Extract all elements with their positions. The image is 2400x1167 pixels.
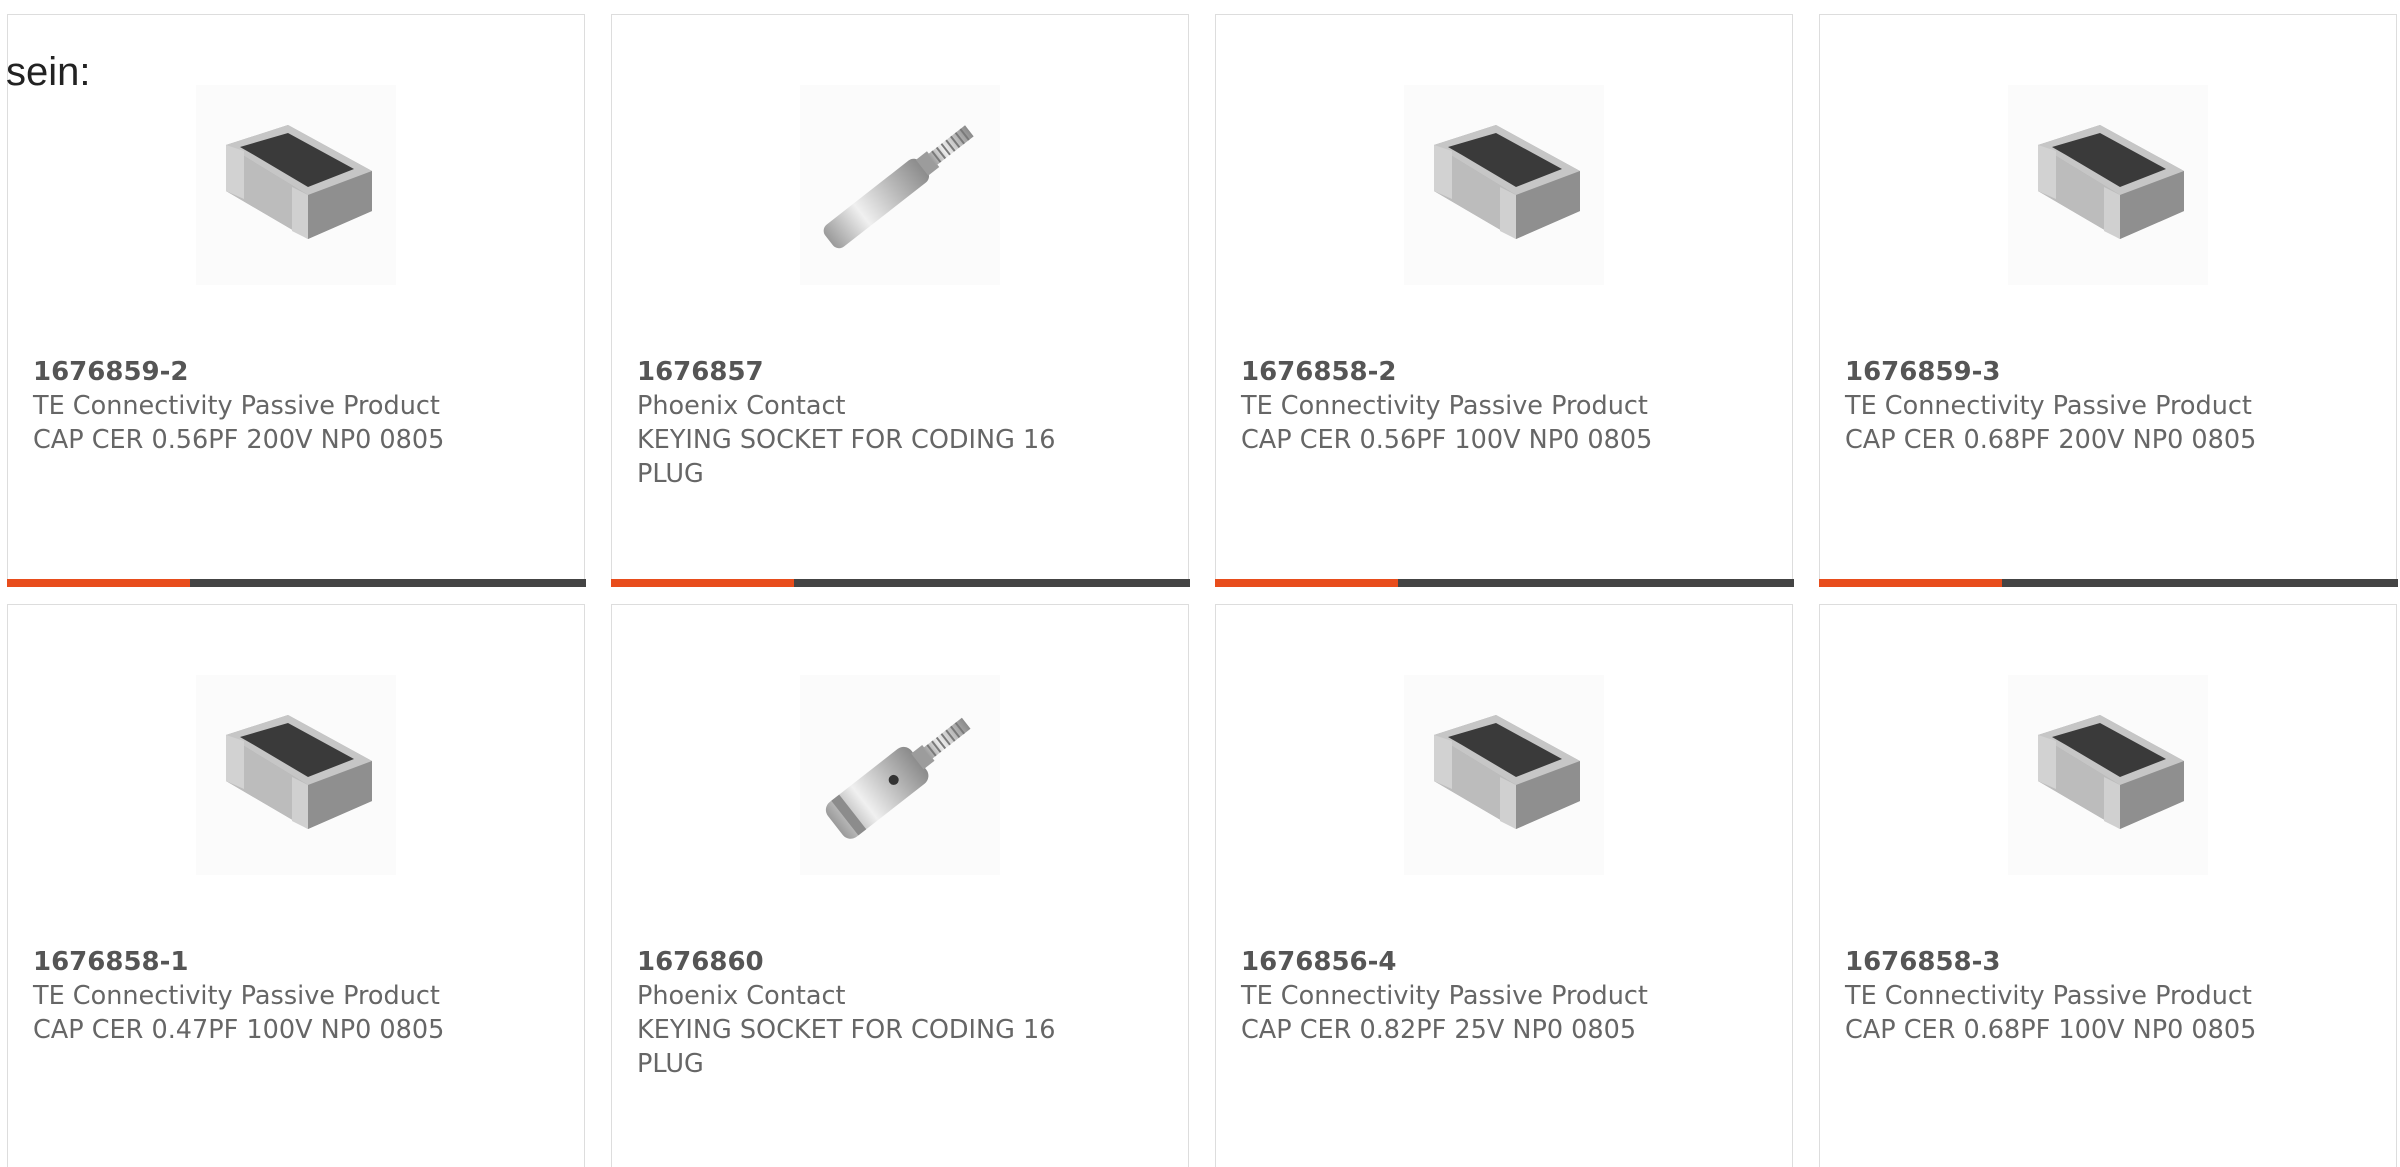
product-image[interactable]: [2008, 85, 2208, 285]
product-info: 1676857 Phoenix Contact KEYING SOCKET FO…: [637, 355, 1077, 491]
intro-text: sein:: [6, 50, 91, 94]
card-accent-bar: [610, 578, 1190, 587]
description: CAP CER 0.47PF 100V NP0 0805: [33, 1015, 445, 1045]
manufacturer: TE Connectivity Passive Product: [33, 391, 440, 421]
description: CAP CER 0.68PF 200V NP0 0805: [1845, 425, 2257, 455]
product-info: 1676858-3 TE Connectivity Passive Produc…: [1845, 945, 2285, 1047]
product-info: 1676860 Phoenix Contact KEYING SOCKET FO…: [637, 945, 1077, 1081]
part-number[interactable]: 1676858-2: [1241, 357, 1397, 387]
description: KEYING SOCKET FOR CODING 16 PLUG: [637, 1015, 1056, 1079]
ceramic-chip-capacitor-icon: [196, 85, 396, 285]
product-card[interactable]: 1676859-2 TE Connectivity Passive Produc…: [6, 14, 586, 587]
description: KEYING SOCKET FOR CODING 16 PLUG: [637, 425, 1056, 489]
product-grid-page: sein: 1676859-2 TE Connectivity Passive …: [0, 0, 2400, 1167]
card-accent-highlight: [610, 578, 794, 587]
ceramic-chip-capacitor-icon: [2008, 85, 2208, 285]
keying-pin-short-icon: [800, 675, 1000, 875]
manufacturer: Phoenix Contact: [637, 981, 846, 1011]
card-accent-highlight: [1214, 578, 1398, 587]
ceramic-chip-capacitor-icon: [2008, 675, 2208, 875]
product-card[interactable]: 1676858-3 TE Connectivity Passive Produc…: [1819, 604, 2397, 1167]
product-image[interactable]: [1404, 675, 1604, 875]
manufacturer: TE Connectivity Passive Product: [1241, 981, 1648, 1011]
product-image[interactable]: [1404, 85, 1604, 285]
ceramic-chip-capacitor-icon: [196, 675, 396, 875]
ceramic-chip-capacitor-icon: [1404, 675, 1604, 875]
product-image[interactable]: [196, 675, 396, 875]
ceramic-chip-capacitor-icon: [1404, 85, 1604, 285]
product-image[interactable]: [2008, 675, 2208, 875]
product-image[interactable]: [800, 85, 1000, 285]
part-number[interactable]: 1676858-3: [1845, 947, 2001, 977]
product-card[interactable]: 1676858-2 TE Connectivity Passive Produc…: [1214, 14, 1794, 587]
card-accent-bar: [1214, 578, 1794, 587]
description: CAP CER 0.68PF 100V NP0 0805: [1845, 1015, 2257, 1045]
description: CAP CER 0.56PF 200V NP0 0805: [33, 425, 445, 455]
product-card[interactable]: 1676860 Phoenix Contact KEYING SOCKET FO…: [611, 604, 1189, 1167]
manufacturer: Phoenix Contact: [637, 391, 846, 421]
product-card[interactable]: 1676857 Phoenix Contact KEYING SOCKET FO…: [610, 14, 1190, 587]
description: CAP CER 0.82PF 25V NP0 0805: [1241, 1015, 1637, 1045]
product-info: 1676858-2 TE Connectivity Passive Produc…: [1241, 355, 1681, 457]
card-accent-bar: [6, 578, 586, 587]
card-accent-highlight: [1818, 578, 2002, 587]
part-number[interactable]: 1676859-2: [33, 357, 189, 387]
part-number[interactable]: 1676859-3: [1845, 357, 2001, 387]
manufacturer: TE Connectivity Passive Product: [1241, 391, 1648, 421]
manufacturer: TE Connectivity Passive Product: [1845, 391, 2252, 421]
part-number[interactable]: 1676857: [637, 357, 764, 387]
product-info: 1676856-4 TE Connectivity Passive Produc…: [1241, 945, 1681, 1047]
part-number[interactable]: 1676856-4: [1241, 947, 1397, 977]
description: CAP CER 0.56PF 100V NP0 0805: [1241, 425, 1653, 455]
product-card[interactable]: 1676858-1 TE Connectivity Passive Produc…: [7, 604, 585, 1167]
product-card[interactable]: 1676856-4 TE Connectivity Passive Produc…: [1215, 604, 1793, 1167]
product-card[interactable]: 1676859-3 TE Connectivity Passive Produc…: [1818, 14, 2398, 587]
part-number[interactable]: 1676858-1: [33, 947, 189, 977]
manufacturer: TE Connectivity Passive Product: [1845, 981, 2252, 1011]
manufacturer: TE Connectivity Passive Product: [33, 981, 440, 1011]
product-image[interactable]: [800, 675, 1000, 875]
product-info: 1676859-2 TE Connectivity Passive Produc…: [33, 355, 473, 457]
product-info: 1676858-1 TE Connectivity Passive Produc…: [33, 945, 473, 1047]
card-accent-highlight: [6, 578, 190, 587]
keying-pin-long-icon: [800, 85, 1000, 285]
product-image[interactable]: [196, 85, 396, 285]
product-info: 1676859-3 TE Connectivity Passive Produc…: [1845, 355, 2285, 457]
part-number[interactable]: 1676860: [637, 947, 764, 977]
card-accent-bar: [1818, 578, 2398, 587]
